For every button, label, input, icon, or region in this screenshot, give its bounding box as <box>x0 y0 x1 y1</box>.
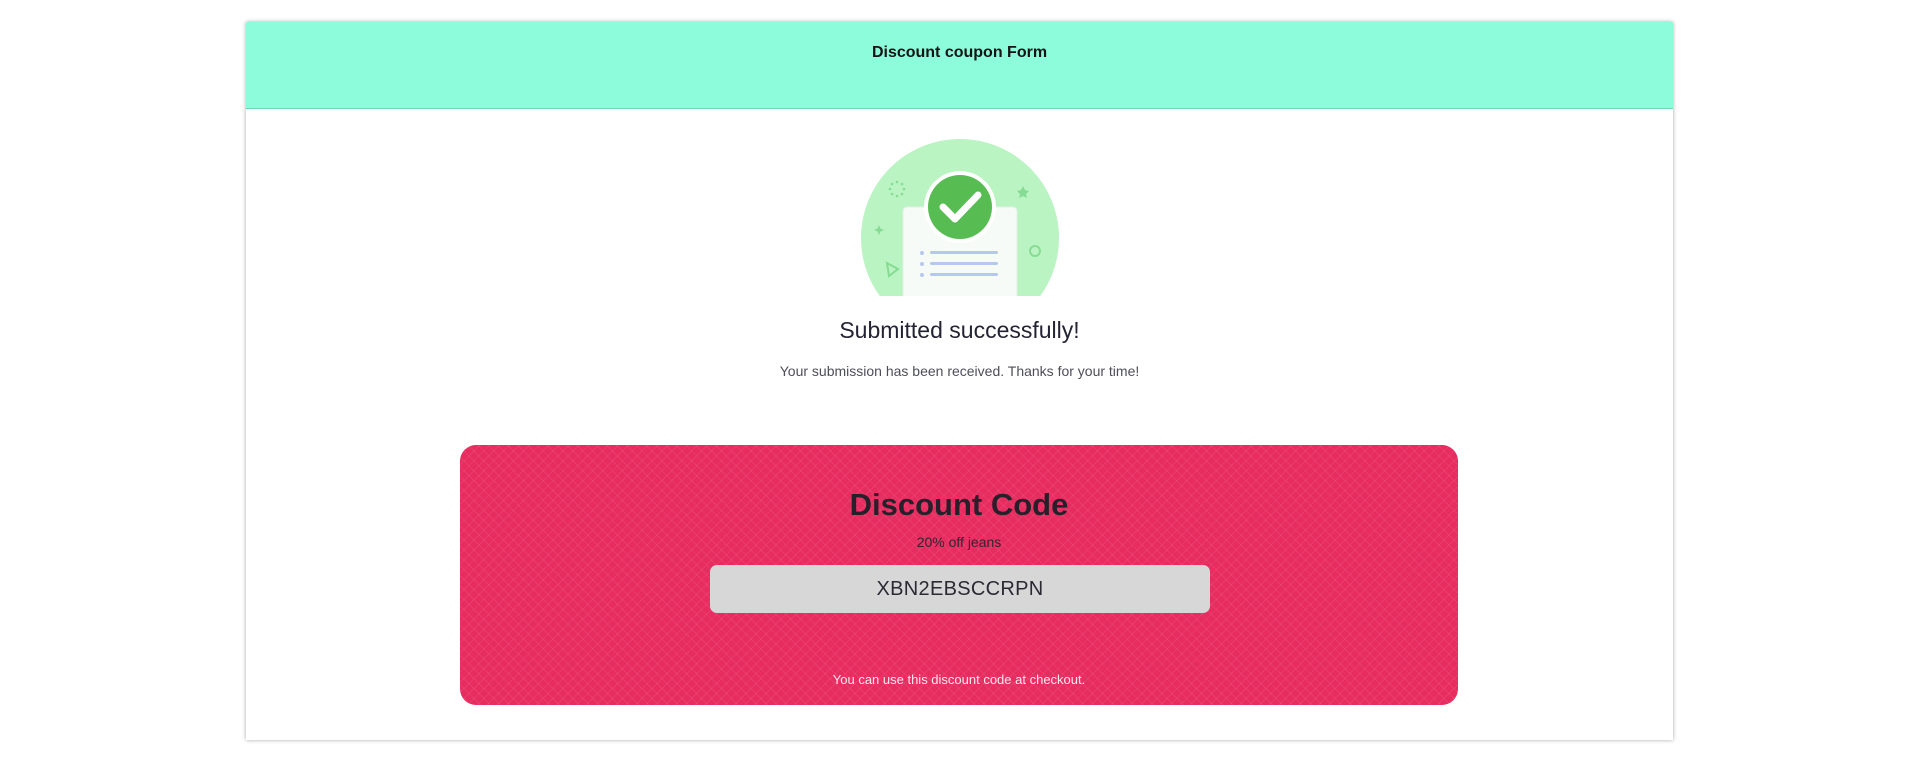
success-section: Submitted successfully! Your submission … <box>246 109 1673 409</box>
coupon-title: Discount Code <box>849 487 1069 522</box>
form-header: Discount coupon Form <box>246 22 1673 109</box>
coupon-description: 20% off jeans <box>916 534 1002 550</box>
discount-code-field[interactable]: XBN2EBSCCRPN <box>710 565 1210 613</box>
success-title: Submitted successfully! <box>839 317 1080 343</box>
form-card: Discount coupon Form Submitted successfu… <box>246 22 1673 740</box>
submission-success-icon <box>861 139 1059 296</box>
discount-coupon-panel: Discount Code 20% off jeans XBN2EBSCCRPN… <box>460 445 1458 705</box>
form-title: Discount coupon Form <box>871 44 1048 61</box>
success-message: Your submission has been received. Thank… <box>779 363 1140 379</box>
coupon-note: You can use this discount code at checko… <box>832 672 1086 687</box>
